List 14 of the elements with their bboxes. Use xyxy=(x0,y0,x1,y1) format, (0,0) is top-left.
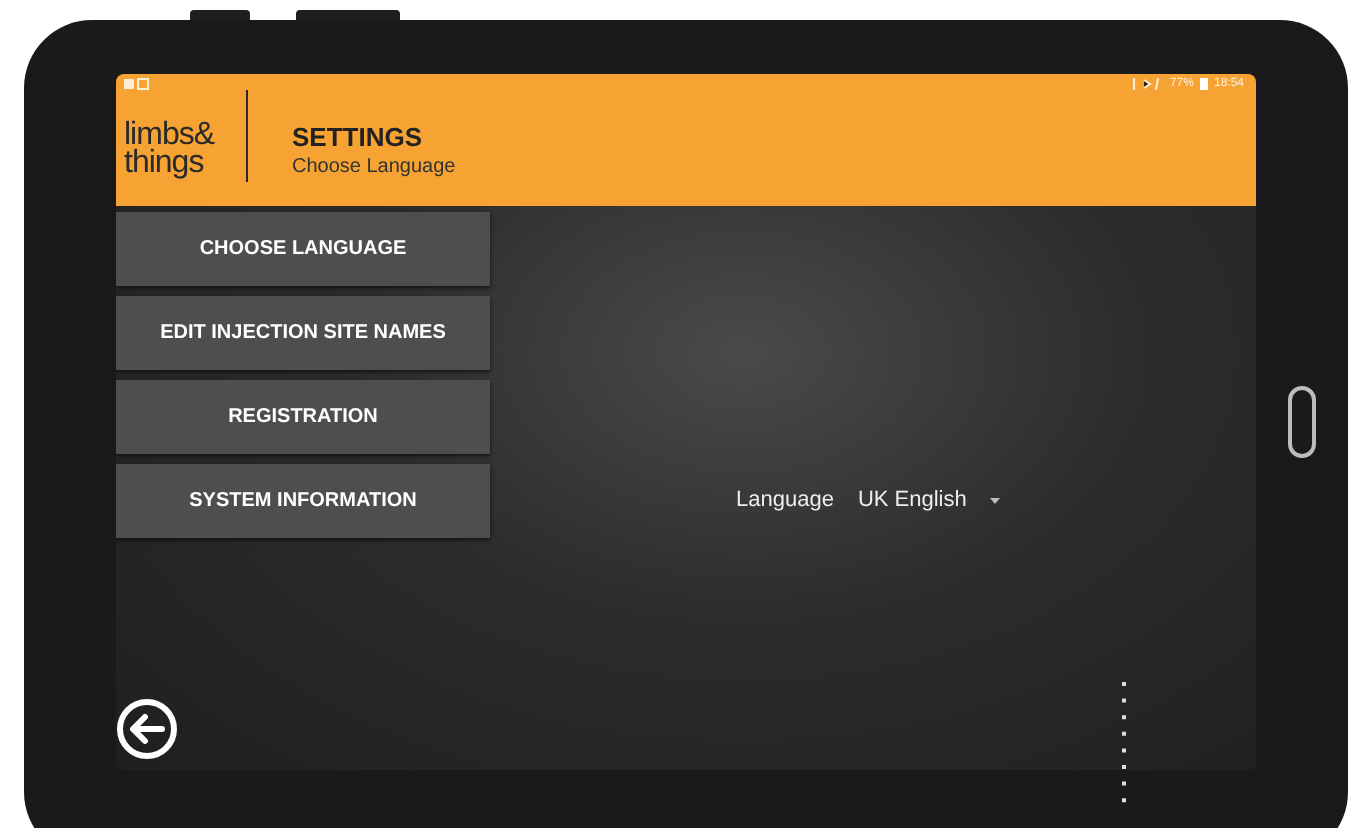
screen-title: SETTINGS xyxy=(292,122,425,152)
brand-logo: limbs& things xyxy=(124,122,217,178)
back-icon[interactable] xyxy=(116,698,178,760)
menu-button[interactable]: CHOOSE LANGUAGE xyxy=(116,212,490,286)
battery-icon xyxy=(1199,78,1208,90)
caret-icon xyxy=(990,498,1001,504)
signal-icon xyxy=(1131,78,1164,90)
menu-button[interactable]: SYSTEM INFORMATION xyxy=(116,464,490,538)
language-dropdown[interactable]: UK English xyxy=(857,488,1001,512)
language-label: Language xyxy=(736,488,834,512)
notification-icon xyxy=(124,78,152,90)
screen-subtitle: Choose Language xyxy=(292,156,456,178)
menu-button[interactable]: REGISTRATION xyxy=(116,380,490,454)
menu-button[interactable]: EDIT INJECTION SITE NAMES xyxy=(116,296,490,370)
